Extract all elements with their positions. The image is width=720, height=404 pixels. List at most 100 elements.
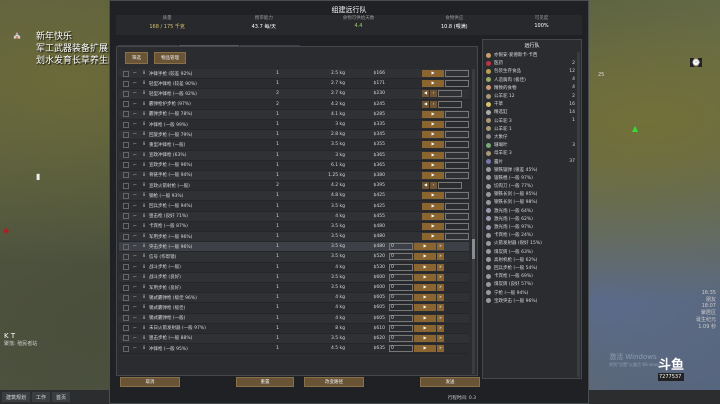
row-checkbox[interactable] — [123, 152, 129, 159]
item-row[interactable]: ⌐ i 霰弹步枪 (一般 78%) 1 4.1 kg $285 ▶ — [119, 109, 469, 120]
row-checkbox[interactable] — [123, 182, 129, 189]
row-checkbox[interactable] — [123, 121, 129, 128]
row-checkbox[interactable] — [123, 243, 129, 250]
caravan-item[interactable]: 宁枪 (一般 94%) — [483, 288, 581, 296]
item-row[interactable]: ⌐ i 宣政火箭射枪 (一般) 2 4.2 kg $395 ◀ ‹ — [119, 181, 469, 192]
count-input[interactable] — [445, 192, 469, 200]
info-icon[interactable]: i — [139, 153, 149, 158]
caravan-item[interactable]: 钢铁长剑 (一般 98%) — [483, 198, 581, 206]
count-input[interactable] — [445, 233, 469, 241]
info-icon[interactable]: i — [139, 224, 149, 229]
caravan-item[interactable]: 医药 2 — [483, 59, 581, 67]
info-icon[interactable]: i — [139, 326, 149, 331]
add-arrow-button[interactable]: ▶ — [414, 284, 436, 292]
item-row[interactable]: ⌐ i 锡式霰弹枪 (一般) 1 4 kg $605 0 ▶ » — [119, 313, 469, 324]
increase-button[interactable]: ▶ — [422, 212, 444, 220]
item-row[interactable]: ⌐ i 骨链手枪 (一般 94%) 1 1.25 kg $380 ▶ — [119, 170, 469, 182]
caravan-item[interactable]: 母羊驼 3 — [483, 149, 581, 157]
row-checkbox[interactable] — [123, 141, 129, 148]
add-all-button[interactable]: » — [437, 284, 444, 292]
caravan-item[interactable]: 激光炮 (一般 62%) — [483, 215, 581, 223]
caravan-item[interactable]: 公羊驼 3 1 — [483, 117, 581, 125]
caravan-item[interactable]: 激光炮 (一般 64%) — [483, 207, 581, 215]
add-arrow-button[interactable]: ▶ — [414, 273, 436, 281]
info-icon[interactable]: i — [139, 91, 149, 96]
row-checkbox[interactable] — [123, 213, 129, 220]
scroll-thumb[interactable] — [472, 239, 475, 259]
caravan-item[interactable]: 钢铁长剑 (一般 95%) — [483, 190, 581, 198]
add-all-button[interactable]: » — [437, 345, 444, 353]
count-input[interactable] — [445, 151, 469, 159]
item-row[interactable]: ⌐ i 卡宾枪 (一般 87%) 1 3.5 kg $480 ▶ — [119, 222, 469, 232]
add-all-button[interactable]: » — [437, 253, 444, 261]
count-input[interactable] — [445, 70, 469, 78]
notification-icon[interactable]: ⌚ — [690, 58, 702, 67]
increase-button[interactable]: ▶ — [422, 121, 444, 129]
caravan-icon[interactable]: ▮ — [36, 172, 40, 181]
row-checkbox[interactable] — [123, 345, 129, 352]
increase-button[interactable]: ▶ — [422, 80, 444, 88]
info-icon[interactable]: i — [139, 122, 149, 127]
count-input[interactable]: 0 — [389, 253, 413, 261]
info-icon[interactable]: i — [139, 112, 149, 117]
tab-home[interactable]: 首页 — [52, 392, 71, 402]
count-input[interactable] — [438, 90, 462, 98]
caravan-item[interactable]: 锯铁棍 (一般 97%) — [483, 174, 581, 182]
increase-button[interactable]: ▶ — [422, 161, 444, 169]
row-checkbox[interactable] — [123, 264, 129, 271]
caravan-item[interactable]: 宝政突击 (一般 96%) — [483, 297, 581, 305]
items-scrollbar[interactable] — [472, 69, 475, 374]
decrease-one-button[interactable]: ‹ — [430, 100, 437, 108]
count-input[interactable] — [445, 121, 469, 129]
caravan-item[interactable]: 高射机枪 (一般 62%) — [483, 256, 581, 264]
count-input[interactable] — [445, 171, 469, 179]
increase-button[interactable]: ▶ — [422, 141, 444, 149]
row-checkbox[interactable] — [123, 315, 129, 322]
item-row[interactable]: ⌐ i 战斗步枪 (一般) 1 4 kg $530 0 ▶ » — [119, 263, 469, 273]
tab-architect[interactable]: 建筑规划 — [2, 392, 31, 402]
add-arrow-button[interactable]: ▶ — [414, 263, 436, 271]
item-row[interactable]: ⌐ i 军用步枪 (良好) 1 3.5 kg $600 0 ▶ » — [119, 283, 469, 294]
add-all-button[interactable]: » — [437, 263, 444, 271]
add-all-button[interactable]: » — [437, 304, 444, 312]
send-button[interactable]: 发送 — [420, 377, 480, 387]
info-icon[interactable]: i — [139, 275, 149, 280]
item-row[interactable]: ⌐ i 狙击步枪 (一般 88%) 1 3.5 kg $620 0 ▶ » — [119, 333, 469, 345]
row-checkbox[interactable] — [123, 80, 129, 87]
caravan-item[interactable]: 钢铁锯弹 (很差 45%) — [483, 166, 581, 174]
item-row[interactable]: ⌐ i 重型冲锋枪 (一般) 1 3.5 kg $355 ▶ — [119, 140, 469, 151]
info-icon[interactable]: i — [139, 142, 149, 147]
info-icon[interactable]: i — [139, 254, 149, 259]
info-icon[interactable]: i — [139, 285, 149, 290]
caravan-item[interactable]: 煤炭筒 (良好 57%) — [483, 280, 581, 288]
caravan-item[interactable]: 火箭发射器 (很好 15%) — [483, 239, 581, 247]
add-arrow-button[interactable]: ▶ — [414, 334, 436, 342]
tab-work[interactable]: 工作 — [32, 392, 51, 402]
add-arrow-button[interactable]: ▶ — [414, 345, 436, 353]
item-row[interactable]: ⌐ i 轻型冲锋枪 (一般 92%) 2 2.7 kg $230 ◀ ‹ — [119, 89, 469, 100]
count-input[interactable] — [445, 131, 469, 139]
row-checkbox[interactable] — [123, 101, 129, 108]
item-row[interactable]: ⌐ i 回旋步枪 (一般 79%) 1 2.8 kg $345 ▶ — [119, 130, 469, 141]
count-input[interactable] — [445, 80, 469, 88]
info-icon[interactable]: i — [139, 204, 149, 209]
row-checkbox[interactable] — [123, 335, 129, 342]
info-icon[interactable]: i — [139, 81, 149, 86]
count-input[interactable] — [445, 141, 469, 149]
row-checkbox[interactable] — [123, 192, 129, 199]
contents-scrollbar[interactable] — [577, 52, 580, 377]
decrease-button[interactable]: ◀ — [422, 100, 429, 108]
item-row[interactable]: ⌐ i 冲锋枪 (一般 95%) 1 4.5 kg $635 0 ▶ » — [119, 344, 469, 355]
info-icon[interactable]: i — [139, 193, 149, 198]
item-row[interactable]: ⌐ i 信号 (作帮镜) 1 3.5 kg $520 0 ▶ » — [119, 252, 469, 263]
manage-items-button[interactable]: 物品管理 — [154, 52, 186, 64]
increase-button[interactable]: ▶ — [422, 151, 444, 159]
add-arrow-button[interactable]: ▶ — [414, 314, 436, 322]
row-checkbox[interactable] — [123, 162, 129, 169]
caravan-item[interactable]: 包装生存食品 12 — [483, 67, 581, 75]
enemy-base-icon[interactable]: ◆ — [3, 226, 9, 235]
caravan-item[interactable]: 大象仔 — [483, 133, 581, 141]
increase-button[interactable]: ▶ — [422, 131, 444, 139]
item-row[interactable]: ⌐ i 宣政冲锋枪 (63%) 1 3 kg $365 ▶ — [119, 150, 469, 161]
item-row[interactable]: ⌐ i 突击步枪 (一般 96%) 1 3.5 kg $480 0 ▶ » — [119, 242, 469, 253]
